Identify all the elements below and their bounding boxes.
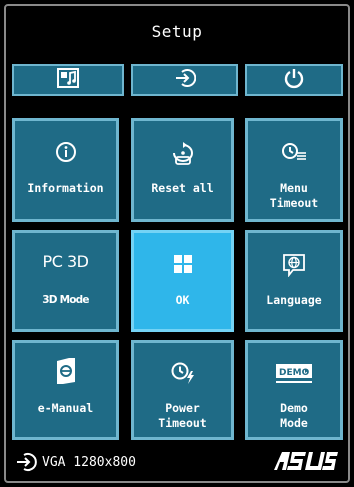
3d-mode-label: 3D Mode <box>42 294 89 306</box>
osd-setup-menu: Setup Information Reset all Menu Timeout… <box>0 0 354 487</box>
power-timeout-icon <box>134 361 231 385</box>
asus-logo <box>272 450 338 477</box>
menu-timeout-label: Menu Timeout <box>269 181 319 210</box>
splendid-mode-icon <box>57 68 79 92</box>
menu-title: Setup <box>151 22 203 41</box>
e-manual-tile[interactable]: e-Manual <box>12 340 119 440</box>
status-bar: VGA 1280x800 <box>16 452 136 472</box>
ok-tile[interactable]: OK <box>131 230 234 332</box>
3d-mode-tile[interactable]: PC 3D 3D Mode <box>12 230 119 332</box>
info-icon <box>15 141 116 163</box>
power-shortcut-button[interactable] <box>245 64 343 96</box>
ok-label: OK <box>175 293 190 307</box>
menu-timeout-icon <box>248 141 340 163</box>
input-source-icon <box>16 452 38 472</box>
splendid-mode-shortcut-button[interactable] <box>12 64 124 96</box>
e-manual-icon <box>15 357 116 385</box>
ok-grid-icon <box>134 253 231 275</box>
power-icon <box>283 67 305 93</box>
language-label: Language <box>266 293 322 307</box>
reset-all-tile[interactable]: Reset all <box>131 118 234 222</box>
e-manual-label: e-Manual <box>37 401 94 415</box>
power-timeout-label: Power Timeout <box>158 401 207 430</box>
input-select-shortcut-button[interactable] <box>131 64 238 96</box>
demo-mode-icon-text: DEMO <box>279 368 310 378</box>
reset-all-label: Reset all <box>151 181 214 195</box>
reset-all-icon <box>134 141 231 167</box>
input-resolution-text: VGA 1280x800 <box>42 454 136 470</box>
language-icon <box>248 253 340 277</box>
menu-timeout-tile[interactable]: Menu Timeout <box>245 118 343 222</box>
pc-3d-icon-text: PC 3D <box>42 252 89 271</box>
demo-mode-label: Demo Mode <box>280 401 308 430</box>
language-tile[interactable]: Language <box>245 230 343 332</box>
pc-3d-icon: PC 3D <box>15 251 116 273</box>
information-label: Information <box>27 181 104 195</box>
input-select-icon <box>174 68 196 92</box>
demo-mode-icon: DEMO <box>248 363 340 385</box>
demo-mode-tile[interactable]: DEMO Demo Mode <box>245 340 343 440</box>
information-tile[interactable]: Information <box>12 118 119 222</box>
power-timeout-tile[interactable]: Power Timeout <box>131 340 234 440</box>
